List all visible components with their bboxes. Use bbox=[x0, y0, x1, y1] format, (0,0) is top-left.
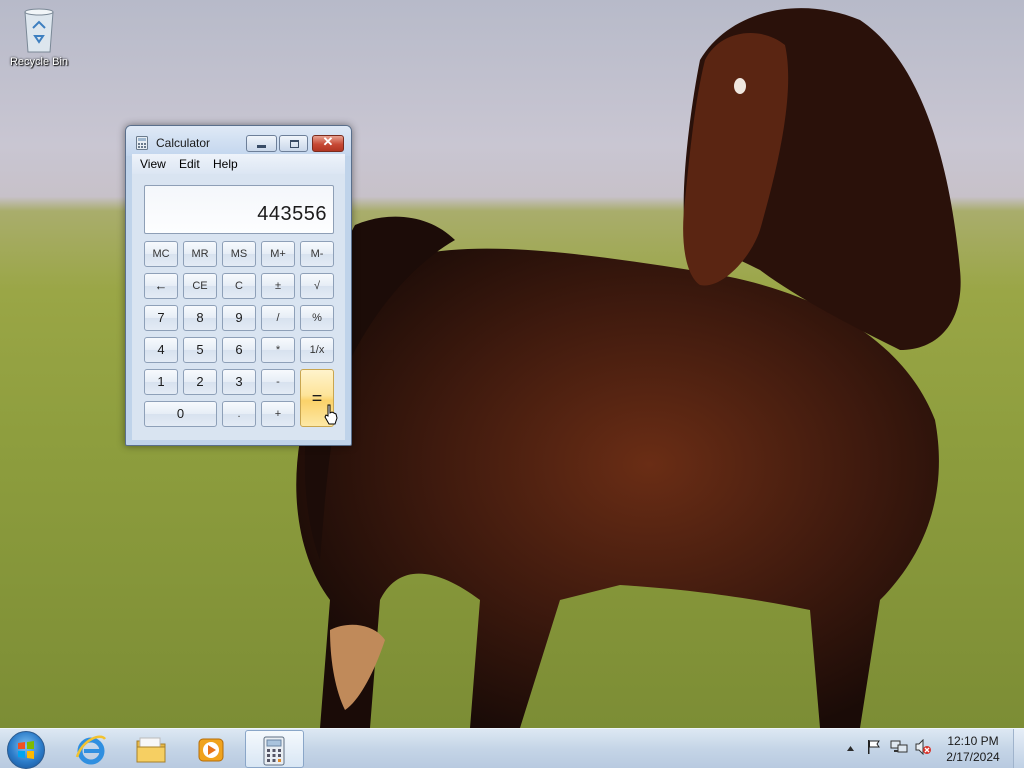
digit-4-button[interactable]: 4 bbox=[144, 337, 178, 363]
digit-1-button[interactable]: 1 bbox=[144, 369, 178, 395]
menu-view[interactable]: View bbox=[140, 157, 166, 171]
digit-5-button[interactable]: 5 bbox=[183, 337, 217, 363]
file-explorer-icon bbox=[136, 737, 166, 763]
decimal-button[interactable]: . bbox=[222, 401, 256, 427]
media-player-icon bbox=[198, 738, 224, 762]
taskbar-file-explorer[interactable] bbox=[122, 730, 180, 768]
memory-recall-button[interactable]: MR bbox=[183, 241, 217, 267]
digit-7-button[interactable]: 7 bbox=[144, 305, 178, 331]
close-icon: ✕ bbox=[322, 134, 334, 149]
clear-button[interactable]: C bbox=[222, 273, 256, 299]
start-button[interactable] bbox=[7, 731, 45, 769]
backspace-button[interactable]: ← bbox=[144, 273, 178, 299]
close-button[interactable]: ✕ bbox=[312, 134, 344, 152]
memory-clear-button[interactable]: MC bbox=[144, 241, 178, 267]
calculator-body: View Edit Help 443556 MC MR MS M+ M- ← C… bbox=[132, 154, 345, 440]
add-button[interactable]: + bbox=[261, 401, 295, 427]
title-bar[interactable]: Calculator ✕ bbox=[126, 126, 351, 156]
taskbar-calculator[interactable] bbox=[245, 730, 304, 768]
reciprocal-button[interactable]: 1/x bbox=[300, 337, 334, 363]
internet-explorer-icon bbox=[75, 735, 107, 765]
recycle-bin-icon bbox=[24, 8, 54, 53]
memory-store-button[interactable]: MS bbox=[222, 241, 256, 267]
memory-add-button[interactable]: M+ bbox=[261, 241, 295, 267]
menu-help[interactable]: Help bbox=[213, 157, 238, 171]
calculator-window[interactable]: Calculator ✕ View Edit Help 443556 MC MR… bbox=[125, 125, 352, 446]
digit-8-button[interactable]: 8 bbox=[183, 305, 217, 331]
memory-subtract-button[interactable]: M- bbox=[300, 241, 334, 267]
divide-button[interactable]: / bbox=[261, 305, 295, 331]
volume-muted-icon[interactable] bbox=[914, 739, 932, 755]
clock-time: 12:10 PM bbox=[947, 734, 999, 748]
digit-9-button[interactable]: 9 bbox=[222, 305, 256, 331]
digit-0-button[interactable]: 0 bbox=[144, 401, 217, 427]
show-hidden-icons-icon[interactable] bbox=[846, 744, 855, 752]
subtract-button[interactable]: - bbox=[261, 369, 295, 395]
desktop-icon-recycle-bin[interactable]: Recycle Bin bbox=[4, 6, 74, 68]
maximize-button[interactable] bbox=[279, 135, 308, 152]
percent-button[interactable]: % bbox=[300, 305, 334, 331]
multiply-button[interactable]: * bbox=[261, 337, 295, 363]
calculator-display: 443556 bbox=[144, 185, 334, 234]
menu-edit[interactable]: Edit bbox=[179, 157, 200, 171]
minimize-button[interactable] bbox=[246, 135, 277, 152]
windows-logo-icon bbox=[18, 741, 34, 759]
digit-2-button[interactable]: 2 bbox=[183, 369, 217, 395]
menu-bar: View Edit Help bbox=[132, 154, 345, 174]
display-value: 443556 bbox=[257, 203, 327, 225]
taskbar-internet-explorer[interactable] bbox=[62, 730, 120, 768]
negate-button[interactable]: ± bbox=[261, 273, 295, 299]
square-root-button[interactable]: √ bbox=[300, 273, 334, 299]
desktop-icon-label: Recycle Bin bbox=[9, 56, 69, 68]
digit-6-button[interactable]: 6 bbox=[222, 337, 256, 363]
calculator-icon bbox=[136, 136, 148, 150]
show-desktop-button[interactable] bbox=[1013, 729, 1024, 768]
taskbar-media-player[interactable] bbox=[182, 730, 240, 768]
clock-date: 2/17/2024 bbox=[946, 750, 1000, 764]
hand-cursor-icon bbox=[324, 404, 338, 425]
network-icon[interactable] bbox=[890, 739, 908, 755]
clear-entry-button[interactable]: CE bbox=[183, 273, 217, 299]
digit-3-button[interactable]: 3 bbox=[222, 369, 256, 395]
taskbar-clock[interactable]: 12:10 PM 2/17/2024 bbox=[940, 733, 1006, 765]
action-center-flag-icon[interactable] bbox=[866, 739, 882, 755]
window-title: Calculator bbox=[156, 136, 211, 150]
calculator-icon bbox=[263, 736, 285, 766]
